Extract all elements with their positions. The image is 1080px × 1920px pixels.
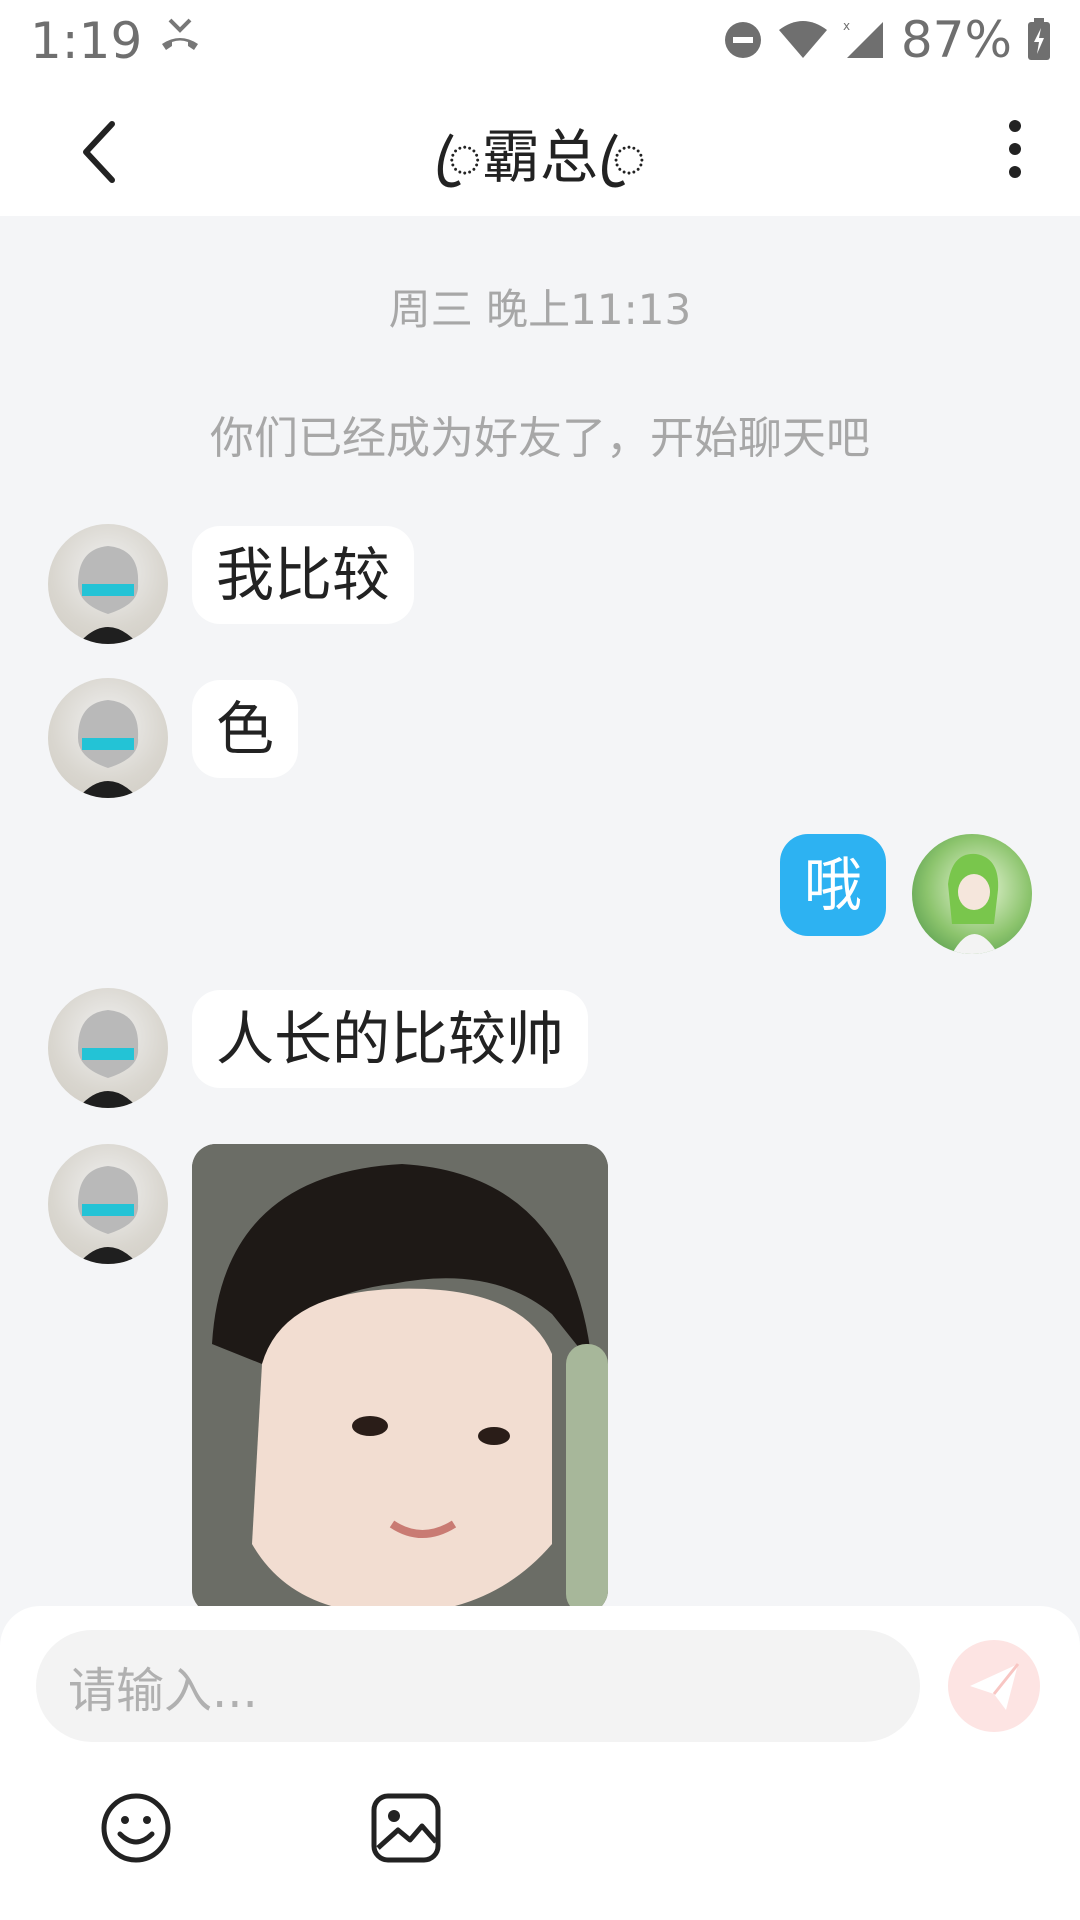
emoji-icon[interactable]: [100, 1792, 172, 1864]
chat-header: ꦿ霸总ꦿ: [0, 82, 1080, 216]
send-button[interactable]: [948, 1640, 1040, 1732]
message-bubble[interactable]: 我比较: [192, 526, 415, 624]
composer-panel: 请输入...: [0, 1606, 1080, 1920]
message-timestamp: 周三 晚上11:13: [388, 285, 692, 334]
battery-charging-icon: [1028, 18, 1050, 60]
send-icon: [970, 1663, 1020, 1710]
missed-call-icon: [162, 18, 198, 50]
my-avatar[interactable]: [912, 834, 1032, 954]
svg-text:x: x: [843, 19, 850, 33]
battery-percent: 87%: [900, 11, 1012, 69]
contact-avatar[interactable]: [48, 524, 168, 644]
status-bar: 1:19 x 87%: [0, 0, 1080, 82]
message-bubble[interactable]: 哦: [780, 834, 887, 936]
status-time: 1:19: [30, 12, 143, 70]
system-message: 你们已经成为好友了，开始聊天吧: [210, 413, 870, 464]
avatar-illustration: [78, 1166, 139, 1264]
signal-icon: x: [843, 19, 883, 58]
status-icons: x 87%: [723, 11, 1052, 69]
more-vertical-icon[interactable]: [990, 114, 1040, 184]
contact-avatar[interactable]: [48, 1144, 168, 1264]
page-title: ꦿ霸总ꦿ: [433, 123, 647, 191]
contact-avatar[interactable]: [48, 678, 168, 798]
wifi-icon: [778, 21, 827, 58]
contact-avatar[interactable]: [48, 988, 168, 1108]
chat-list[interactable]: 周三 晚上11:13 你们已经成为好友了，开始聊天吧 我比较 色 哦 人长的比较…: [0, 216, 1080, 1606]
message-input[interactable]: 请输入...: [36, 1630, 920, 1742]
avatar-illustration: [78, 700, 139, 798]
avatar-illustration: [948, 853, 999, 954]
message-bubble[interactable]: 色: [192, 680, 299, 778]
message-bubble[interactable]: 人长的比较帅: [192, 990, 589, 1088]
photo-content: [192, 1144, 608, 1606]
avatar-illustration: [78, 546, 139, 644]
image-icon[interactable]: [370, 1792, 442, 1864]
avatar-illustration: [78, 1010, 139, 1108]
do-not-disturb-icon: [724, 22, 761, 58]
image-message[interactable]: [192, 1144, 608, 1606]
